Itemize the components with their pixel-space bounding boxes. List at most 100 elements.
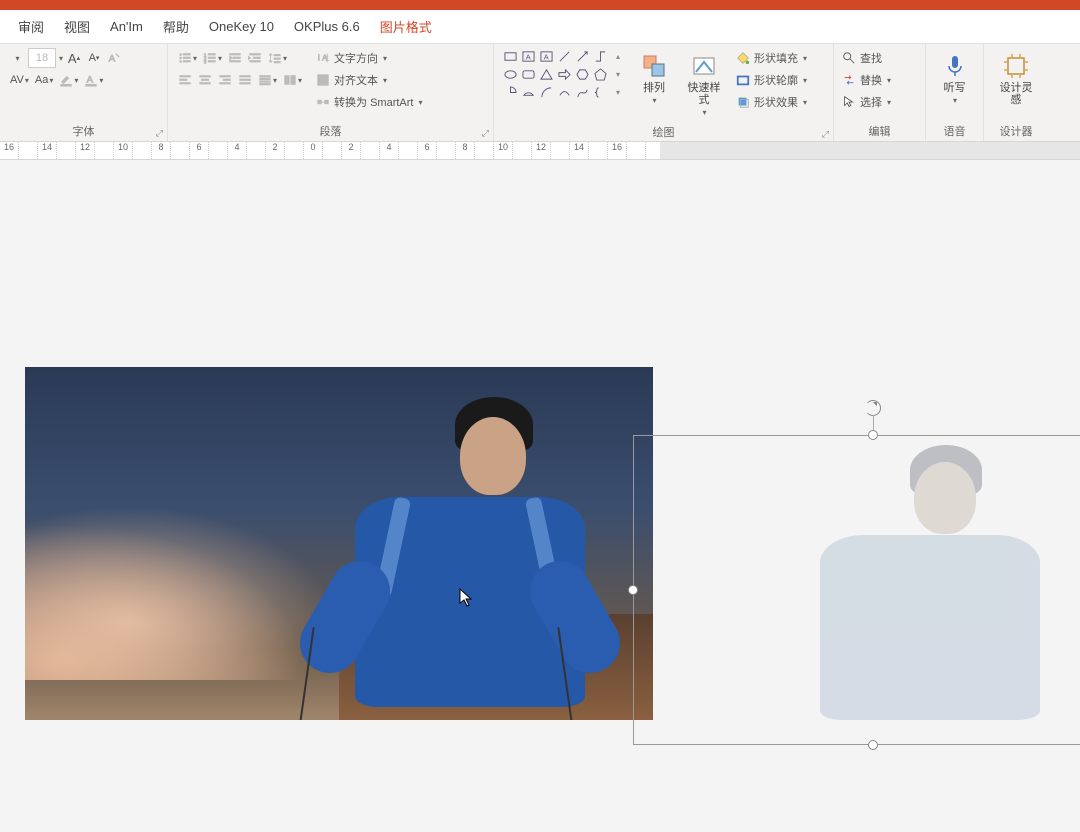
tab-okplus[interactable]: OKPlus 6.6 bbox=[284, 10, 370, 43]
align-right-icon[interactable] bbox=[216, 70, 234, 90]
paragraph-launcher-icon[interactable]: ⤢ bbox=[482, 128, 489, 139]
tab-review[interactable]: 审阅 bbox=[8, 10, 54, 43]
handle-w[interactable] bbox=[628, 585, 638, 595]
slide-canvas[interactable] bbox=[0, 160, 1080, 832]
arrange-button[interactable]: 排列▾ bbox=[632, 48, 676, 110]
find-button[interactable]: 查找 bbox=[842, 48, 891, 68]
group-voice-label: 语音 bbox=[934, 121, 975, 139]
font-name-dropdown[interactable]: ▾ bbox=[8, 48, 26, 68]
tab-anim[interactable]: An'Im bbox=[100, 10, 153, 43]
text-direction-button[interactable]: IA 文字方向▾ bbox=[316, 48, 422, 68]
rotate-handle[interactable] bbox=[865, 400, 881, 416]
shape-curve-icon[interactable] bbox=[556, 84, 572, 100]
handle-n[interactable] bbox=[868, 430, 878, 440]
selection-border[interactable] bbox=[633, 435, 1080, 745]
tab-view[interactable]: 视图 bbox=[54, 10, 100, 43]
align-text-label: 对齐文本 bbox=[334, 72, 378, 88]
shape-effects-button[interactable]: 形状效果▾ bbox=[736, 92, 807, 112]
decrease-font-icon[interactable]: A▾ bbox=[85, 48, 103, 68]
shape-textbox2-icon[interactable]: A bbox=[538, 48, 554, 64]
ruler-tick: 14 bbox=[38, 142, 57, 159]
gallery-up-icon[interactable]: ▴ bbox=[610, 48, 626, 64]
shape-pie-icon[interactable] bbox=[502, 84, 518, 100]
select-icon bbox=[842, 95, 856, 109]
ruler-tick bbox=[285, 142, 304, 159]
shape-fill-button[interactable]: 形状填充▾ bbox=[736, 48, 807, 68]
arrange-icon bbox=[640, 52, 668, 80]
font-color-icon[interactable]: A▾ bbox=[82, 70, 105, 90]
align-text-button[interactable]: 对齐文本▾ bbox=[316, 70, 422, 90]
shape-fill-icon bbox=[736, 51, 750, 65]
tab-onekey[interactable]: OneKey 10 bbox=[199, 10, 284, 43]
shape-connector-icon[interactable] bbox=[592, 48, 608, 64]
quick-styles-button[interactable]: 快速样式▾ bbox=[682, 48, 726, 122]
quick-styles-icon bbox=[690, 52, 718, 80]
svg-text:A: A bbox=[543, 52, 548, 61]
convert-smartart-label: 转换为 SmartArt bbox=[334, 94, 413, 110]
arrange-label: 排列 bbox=[643, 82, 665, 94]
font-size-dropdown[interactable]: ▾ bbox=[59, 54, 63, 63]
shape-textbox-icon[interactable]: A bbox=[520, 48, 536, 64]
shape-brace-icon[interactable] bbox=[592, 84, 608, 100]
increase-indent-icon[interactable] bbox=[246, 48, 264, 68]
group-editing: 查找 替换▾ 选择▾ 编辑 bbox=[834, 44, 926, 141]
group-font-label: 字体⤢ bbox=[8, 121, 159, 139]
dictate-icon bbox=[941, 52, 969, 80]
handle-s[interactable] bbox=[868, 740, 878, 750]
shape-arrow-icon[interactable] bbox=[574, 48, 590, 64]
horizontal-ruler[interactable]: 1614121086420246810121416 bbox=[0, 142, 1080, 160]
font-size-box[interactable]: 18 bbox=[28, 48, 56, 68]
selection-frame[interactable] bbox=[633, 435, 1080, 745]
shape-chord-icon[interactable] bbox=[520, 84, 536, 100]
svg-text:I: I bbox=[318, 54, 320, 63]
group-editing-label: 编辑 bbox=[842, 121, 917, 139]
shape-pent-icon[interactable] bbox=[592, 66, 608, 82]
replace-label: 替换 bbox=[860, 72, 882, 88]
replace-button[interactable]: 替换▾ bbox=[842, 70, 891, 90]
shape-arc-icon[interactable] bbox=[538, 84, 554, 100]
dictate-button[interactable]: 听写▾ bbox=[934, 48, 975, 110]
increase-font-icon[interactable]: A▴ bbox=[65, 48, 83, 68]
convert-smartart-button[interactable]: 转换为 SmartArt▾ bbox=[316, 92, 422, 112]
char-spacing-icon[interactable]: AV▾ bbox=[8, 70, 31, 90]
font-launcher-icon[interactable]: ⤢ bbox=[156, 128, 163, 139]
ruler-tick: 4 bbox=[380, 142, 399, 159]
columns-icon[interactable]: ▾ bbox=[281, 70, 304, 90]
shape-outline-button[interactable]: 形状轮廓▾ bbox=[736, 70, 807, 90]
drawing-launcher-icon[interactable]: ⤢ bbox=[822, 129, 829, 140]
rotate-stem bbox=[873, 415, 874, 430]
tab-picture-format[interactable]: 图片格式 bbox=[370, 10, 442, 43]
highlight-color-icon[interactable]: ▾ bbox=[57, 70, 80, 90]
shape-triangle-icon[interactable] bbox=[538, 66, 554, 82]
gallery-down-icon[interactable]: ▾ bbox=[610, 66, 626, 82]
align-center-icon[interactable] bbox=[196, 70, 214, 90]
design-ideas-button[interactable]: 设计灵感 bbox=[994, 48, 1038, 110]
text-direction-label: 文字方向 bbox=[334, 50, 378, 66]
gallery-more-icon[interactable]: ▾ bbox=[610, 84, 626, 100]
group-voice: 听写▾ 语音 bbox=[926, 44, 984, 141]
shape-free-icon[interactable] bbox=[574, 84, 590, 100]
align-left-icon[interactable] bbox=[176, 70, 194, 90]
decrease-indent-icon[interactable] bbox=[226, 48, 244, 68]
distribute-icon[interactable]: ▾ bbox=[256, 70, 279, 90]
numbering-icon[interactable]: 123▾ bbox=[201, 48, 224, 68]
shape-rarrow-icon[interactable] bbox=[556, 66, 572, 82]
shape-hex-icon[interactable] bbox=[574, 66, 590, 82]
shape-roundrect-icon[interactable] bbox=[520, 66, 536, 82]
justify-icon[interactable] bbox=[236, 70, 254, 90]
shape-oval-icon[interactable] bbox=[502, 66, 518, 82]
shape-rect-icon[interactable] bbox=[502, 48, 518, 64]
bullets-icon[interactable]: ▾ bbox=[176, 48, 199, 68]
select-button[interactable]: 选择▾ bbox=[842, 92, 891, 112]
shapes-gallery[interactable]: A A ▴ ▾ ▾ bbox=[502, 48, 626, 100]
smartart-icon bbox=[316, 95, 330, 109]
ruler-tick bbox=[437, 142, 456, 159]
group-drawing-label: 绘图⤢ bbox=[502, 122, 825, 140]
find-icon bbox=[842, 51, 856, 65]
shape-line-icon[interactable] bbox=[556, 48, 572, 64]
inserted-picture[interactable] bbox=[25, 367, 653, 720]
clear-formatting-icon[interactable]: A bbox=[105, 48, 123, 68]
line-spacing-icon[interactable]: ▾ bbox=[266, 48, 289, 68]
tab-help[interactable]: 帮助 bbox=[153, 10, 199, 43]
change-case-icon[interactable]: Aa▾ bbox=[33, 70, 55, 90]
